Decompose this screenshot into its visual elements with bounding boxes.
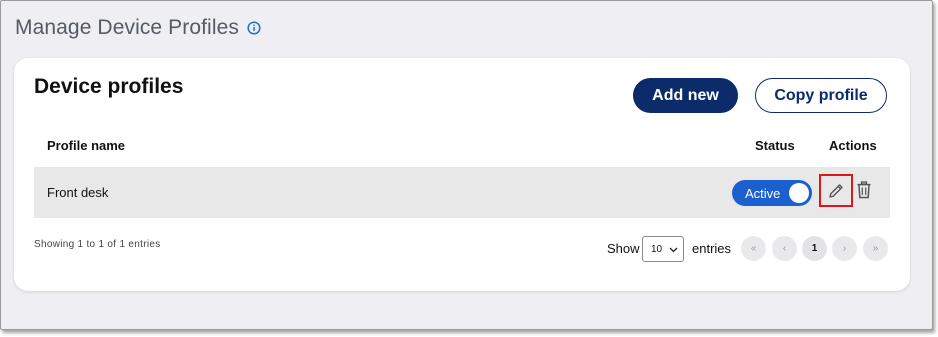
- column-header-profile-name: Profile name: [47, 138, 126, 153]
- pagination-first-button[interactable]: «: [741, 236, 766, 261]
- column-header-status: Status: [755, 138, 795, 153]
- table-row: Front desk Active: [34, 167, 890, 218]
- pagination-prev-button[interactable]: ‹: [772, 236, 797, 261]
- chevron-down-icon: [669, 245, 678, 254]
- page-size-value: 10: [651, 243, 663, 255]
- pagination-next-button[interactable]: ›: [832, 236, 857, 261]
- profile-name-cell: Front desk: [47, 185, 109, 200]
- trash-icon: [856, 181, 872, 199]
- page-title: Manage Device Profiles: [15, 16, 239, 39]
- device-profiles-card: Device profiles Add new Copy profile Pro…: [14, 58, 910, 291]
- column-header-actions: Actions: [829, 138, 877, 153]
- toggle-knob: [789, 183, 809, 203]
- status-toggle-label: Active: [745, 186, 781, 201]
- copy-profile-button[interactable]: Copy profile: [755, 78, 887, 113]
- entries-label: entries: [692, 241, 732, 256]
- entries-summary: Showing 1 to 1 of 1 entries: [34, 239, 161, 250]
- page-size-select[interactable]: 10: [642, 236, 684, 262]
- show-label: Show: [607, 241, 640, 256]
- pagination-page-1[interactable]: 1: [802, 236, 827, 261]
- app-frame: Manage Device Profiles Device profiles A…: [0, 0, 933, 330]
- pencil-icon: [827, 182, 845, 200]
- pagination-last-button[interactable]: »: [863, 236, 888, 261]
- info-icon[interactable]: [247, 21, 261, 35]
- page-header: Manage Device Profiles: [15, 15, 261, 41]
- delete-profile-button[interactable]: [855, 179, 873, 201]
- edit-profile-button[interactable]: [819, 174, 853, 207]
- status-toggle[interactable]: Active: [732, 180, 812, 206]
- card-title: Device profiles: [34, 75, 184, 98]
- add-new-button[interactable]: Add new: [633, 78, 738, 113]
